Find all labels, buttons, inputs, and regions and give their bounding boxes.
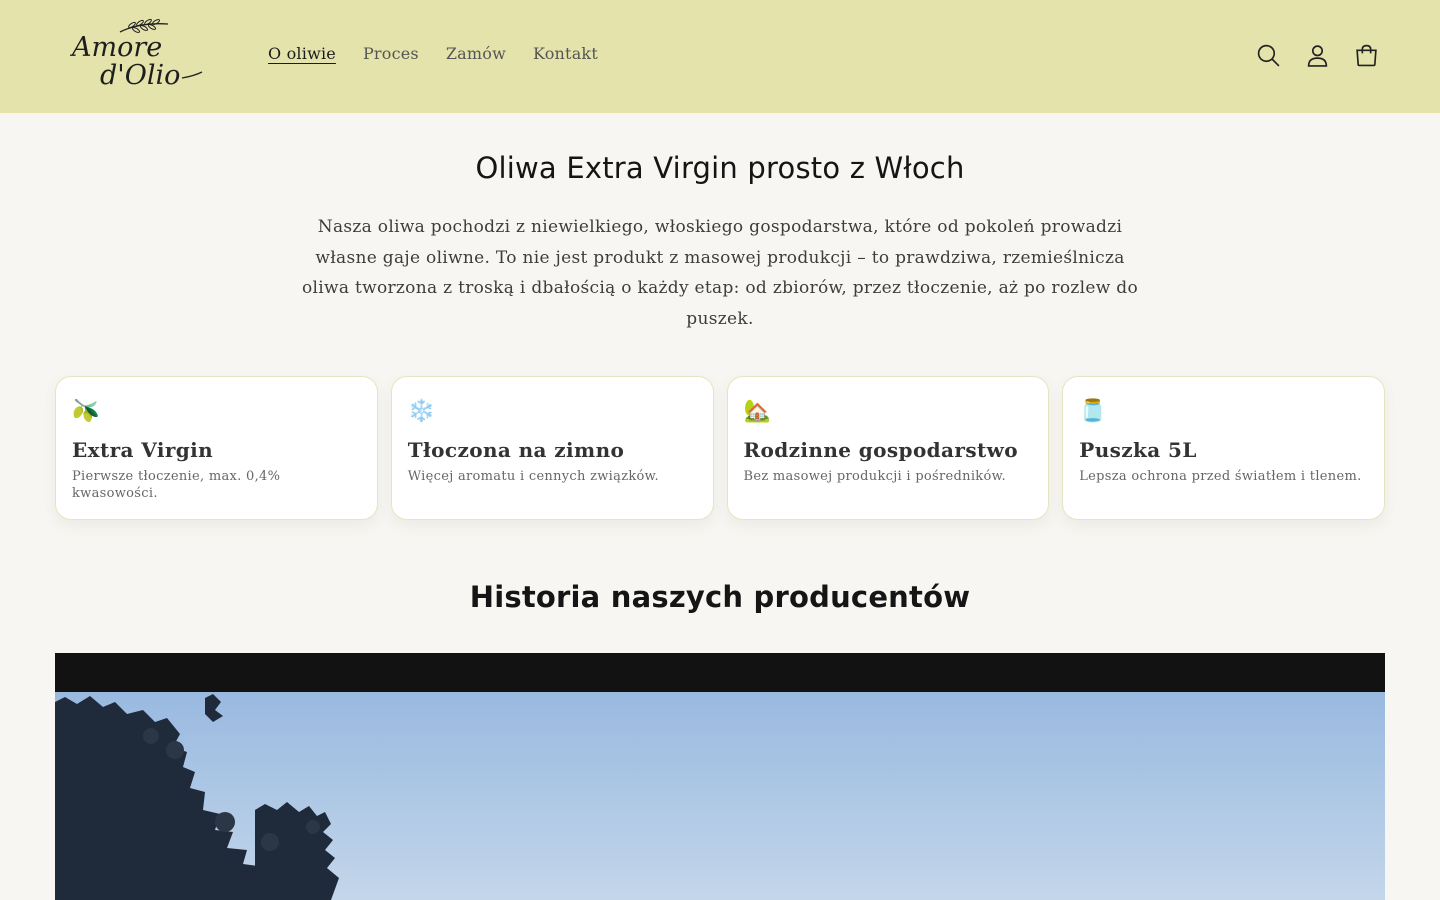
feature-description: Bez masowej produkcji i pośredników. xyxy=(743,469,1006,484)
hero-description: Nasza oliwa pochodzi z niewielkiego, wło… xyxy=(301,217,1138,329)
svg-text:d'Olio: d'Olio xyxy=(100,60,180,90)
feature-title: Puszka 5L xyxy=(1079,438,1197,462)
snowflake-icon: ❄️ xyxy=(407,399,436,424)
logo-graphic: Amore d'Olio xyxy=(70,18,203,90)
account-icon[interactable] xyxy=(1304,40,1331,70)
feature-title: Extra Virgin xyxy=(72,438,214,462)
brand-logo[interactable]: Amore d'Olio xyxy=(70,16,205,90)
feature-card-can-5l: 🫙 Puszka 5L Lepsza ochrona przed światłe… xyxy=(1062,376,1385,520)
main-nav: O oliwie Proces Zamów Kontakt xyxy=(268,44,598,63)
feature-card-cold-pressed: ❄️ Tłoczona na zimno Więcej aromatu i ce… xyxy=(390,376,714,520)
header-actions xyxy=(1255,40,1380,70)
cart-icon[interactable] xyxy=(1353,40,1380,70)
jar-icon: 🫙 xyxy=(1079,399,1107,424)
producers-section-title: Historia naszych producentów xyxy=(469,580,971,614)
hero-title: Oliwa Extra Virgin prosto z Włoch xyxy=(475,151,965,185)
search-icon[interactable] xyxy=(1255,40,1282,70)
olive-tree-silhouette xyxy=(55,694,339,900)
nav-item-o-oliwie[interactable]: O oliwie xyxy=(268,44,336,63)
feature-description: Więcej aromatu i cennych związków. xyxy=(407,469,659,484)
nav-item-proces[interactable]: Proces xyxy=(363,44,419,63)
house-icon: 🏡 xyxy=(743,399,771,424)
feature-cards: 🫒 Extra Virgin Pierwsze tłoczenie, max. … xyxy=(55,376,1385,520)
feature-description: Lepsza ochrona przed światłem i tlenem. xyxy=(1079,469,1362,484)
feature-description: Pierwsze tłoczenie, max. 0,4% kwasowości… xyxy=(72,469,281,501)
olive-icon: 🫒 xyxy=(72,399,100,424)
nav-item-zamow[interactable]: Zamów xyxy=(446,44,506,63)
video-frame-olive-grove xyxy=(55,692,1385,900)
nav-item-kontakt[interactable]: Kontakt xyxy=(533,44,598,63)
feature-card-family-farm: 🏡 Rodzinne gospodarstwo Bez masowej prod… xyxy=(726,376,1050,520)
producers-video[interactable] xyxy=(55,653,1385,900)
site-header: Amore d'Olio O oliwie Proces Zamów Konta… xyxy=(0,0,1440,113)
feature-card-extra-virgin: 🫒 Extra Virgin Pierwsze tłoczenie, max. … xyxy=(55,376,378,520)
svg-text:Amore: Amore xyxy=(70,32,162,63)
feature-title: Tłoczona na zimno xyxy=(407,438,625,462)
feature-title: Rodzinne gospodarstwo xyxy=(743,438,1019,462)
